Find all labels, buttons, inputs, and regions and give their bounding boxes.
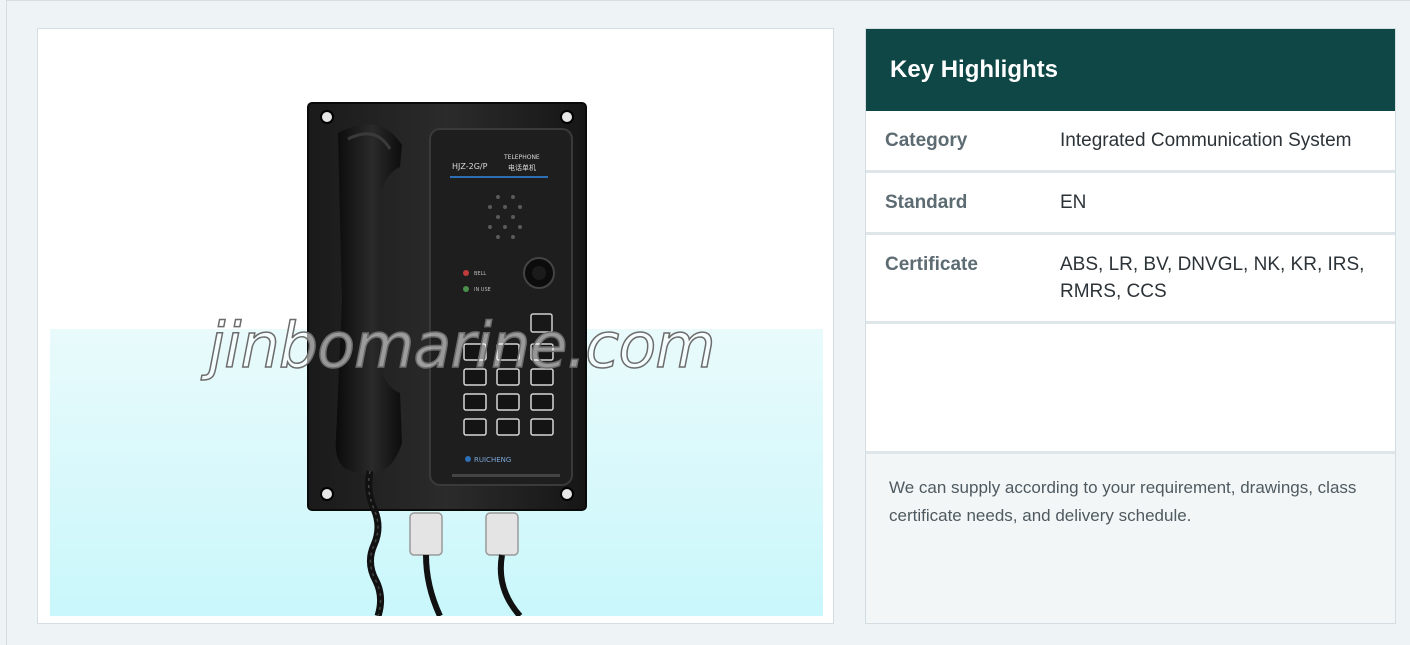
key-highlights-card: Key Highlights Category Integrated Commu…: [865, 28, 1396, 624]
device-model-text: HJZ-2G/P: [452, 162, 488, 171]
highlight-row-category: Category Integrated Communication System: [866, 111, 1395, 173]
supply-note: We can supply according to your requirem…: [889, 478, 1357, 525]
highlight-key: Standard: [885, 192, 968, 213]
key-highlights-header: Key Highlights: [866, 29, 1395, 111]
page-container: HJZ-2G/P TELEPHONE 电话单机 BELL IN USE RUIC…: [6, 0, 1410, 645]
highlight-value: Integrated Communication System: [1060, 130, 1352, 151]
highlight-value: ABS, LR, BV, DNVGL, NK, KR, IRS, RMRS, C…: [1060, 254, 1365, 302]
highlights-table: Category Integrated Communication System…: [866, 111, 1395, 454]
product-image-panel: HJZ-2G/P TELEPHONE 电话单机 BELL IN USE RUIC…: [37, 28, 834, 624]
key-highlights-title: Key Highlights: [890, 56, 1059, 83]
watermark-text: jinbomarine.com: [207, 308, 716, 383]
highlight-row-empty: [866, 324, 1395, 454]
highlight-row-standard: Standard EN: [866, 173, 1395, 235]
work-label: IN USE: [474, 287, 491, 293]
product-photo[interactable]: HJZ-2G/P TELEPHONE 电话单机 BELL IN USE RUIC…: [50, 41, 823, 616]
device-label-text: TELEPHONE: [503, 154, 540, 161]
highlight-row-certificate: Certificate ABS, LR, BV, DNVGL, NK, KR, …: [866, 235, 1395, 324]
highlight-value: EN: [1060, 192, 1087, 213]
device-label-cn-text: 电话单机: [508, 163, 536, 172]
highlight-key: Category: [885, 130, 968, 151]
bell-label: BELL: [474, 271, 486, 277]
device-brand: RUICHENG: [474, 456, 511, 464]
highlight-key: Certificate: [885, 254, 978, 275]
